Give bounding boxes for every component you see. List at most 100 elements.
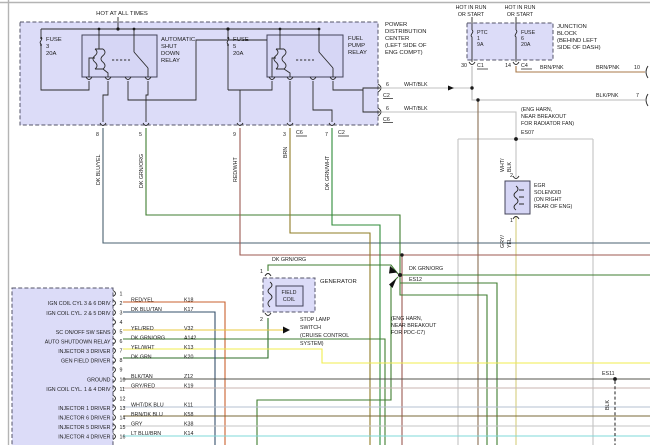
- pcm-row-label: INJECTOR 5 DRIVER: [58, 425, 110, 431]
- pcm-row-wire: RED/YEL: [131, 298, 154, 304]
- pcm-row-wire: YEL/WHT: [131, 345, 155, 351]
- pdc-out1-conn: C2: [383, 93, 390, 99]
- wire-dk-grn-wht: [332, 128, 380, 445]
- brn-pnk-label-1: BRN/PNK: [540, 65, 564, 71]
- stop-lamp-label-3: (CRUISE CONTROL: [300, 333, 349, 339]
- pcm-row-code: K11: [184, 402, 193, 408]
- junction-es11: [613, 377, 617, 381]
- pcm-pin-number: 12: [120, 396, 126, 402]
- pcm-pin-number: 13: [120, 406, 126, 412]
- fp-relay-label-3: RELAY: [348, 50, 367, 56]
- pcm-row-label: IGN COIL CYL. 1 & 4 DRIV: [46, 387, 111, 393]
- wire-dk-blu-yel: [103, 128, 650, 243]
- pcm-row-code: K18: [184, 298, 193, 304]
- pcm-row-wire: GRY/RED: [131, 383, 155, 389]
- pcm-row-label: INJECTOR 3 DRIVER: [58, 349, 110, 355]
- pcm-row-label: GROUND: [87, 377, 111, 383]
- generator-label: GENERATOR: [320, 279, 357, 285]
- pdc-out2-wire: WHT/BLK: [404, 106, 428, 112]
- dk-grn-org-label: DK GRN/ORG: [139, 154, 145, 188]
- pcm-pin-number: 15: [120, 425, 126, 431]
- pcm-row-label: AUTO SHUTDOWN RELAY: [45, 339, 111, 345]
- dk-grn-wht-label: DK GRN/WHT: [325, 155, 331, 190]
- pdc-title-5: ENG COMPT): [385, 50, 423, 56]
- hot-in-run-1b: OR START: [458, 12, 485, 18]
- jb-title-2: BLOCK: [557, 31, 577, 37]
- wire-blk-pnk: [472, 66, 645, 100]
- pcm-row-wire: YEL/RED: [131, 326, 154, 332]
- pcm-row-label: SC ON/OFF SW SENS: [56, 330, 111, 336]
- pcm-pin-number: 9: [120, 368, 123, 374]
- es07-note-2: NEAR BREAKOUT: [521, 114, 567, 120]
- egr-solenoid-box: [505, 181, 530, 214]
- pcm-pin-number: 3: [120, 311, 123, 317]
- asd-relay-label-2: SHUT: [161, 44, 177, 50]
- es12-note-2: NEAR BREAKOUT: [391, 323, 437, 329]
- pcm-row-code: Z12: [184, 374, 193, 380]
- egr-wire-bot-2: YEL: [507, 238, 513, 248]
- pcm-row-code: K17: [184, 307, 193, 313]
- conn-c2: C2: [338, 130, 345, 136]
- pcm-pin-number: 2: [120, 301, 123, 307]
- fuse-6-amps: 20A: [521, 42, 531, 48]
- pcm-row-code: K20: [184, 355, 193, 361]
- asd-relay-label-4: RELAY: [161, 58, 180, 64]
- jb-title-4: SIDE OF DASH): [557, 45, 601, 51]
- es12-note-3: FOR PDC-C7): [391, 330, 425, 336]
- fp-relay-label: FUEL: [348, 36, 364, 42]
- pcm-row-wire: WHT/DK BLU: [131, 402, 164, 408]
- conn-c1: C1: [477, 63, 484, 69]
- pcm-row-wire: BRN/DK BLU: [131, 412, 163, 418]
- pcm-pin-number: 10: [120, 377, 126, 383]
- pdc-out2-pin: 6: [386, 106, 389, 112]
- pin-3: 3: [283, 132, 286, 138]
- pin-5: 5: [139, 132, 142, 138]
- fuse-5-amps: 20A: [233, 51, 244, 57]
- egr-wire-top-1: WHT/: [500, 158, 506, 172]
- fuse-3-label: FUSE: [46, 37, 62, 43]
- hot-in-run-2b: OR START: [507, 12, 534, 18]
- pcm-pin-number: 1: [120, 292, 123, 298]
- wire-dk-grn-org-pdc: [146, 128, 400, 273]
- pdc-title-3: CENTER: [385, 36, 409, 42]
- pin-30: 30: [461, 63, 467, 69]
- pin-7: 7: [325, 132, 328, 138]
- pcm-pin-number: 5: [120, 330, 123, 336]
- fuel-pump-relay-box: [267, 35, 343, 77]
- egr-title-4: REAR OF ENG): [534, 204, 572, 210]
- wire-wht-blk-c6: [382, 112, 516, 139]
- hot-in-run-1: HOT IN RUN: [456, 5, 487, 11]
- ptc-amps: 9A: [477, 42, 484, 48]
- jb-title: JUNCTION: [557, 24, 587, 30]
- junction-wht-blk: [470, 86, 473, 89]
- pdc-out1-pin: 6: [386, 82, 389, 88]
- es11-wire-label: BLK: [605, 400, 611, 410]
- pdc-title: POWER: [385, 22, 407, 28]
- egr-pin-1: 1: [510, 218, 513, 224]
- gen-wire-label: DK GRN/ORG: [272, 257, 306, 263]
- pcm-row-code: K19: [184, 383, 193, 389]
- pcm-row-wire: DK GRN: [131, 355, 152, 361]
- wire-brn-pnk: [516, 66, 645, 72]
- pdc-title-2: DISTRIBUTION: [385, 29, 427, 35]
- pcm-row-code: K13: [184, 345, 193, 351]
- egr-wire-top-2: BLK: [507, 162, 513, 172]
- arrow-stop-lamp-icon: [283, 327, 290, 334]
- hot-at-all-times-label: HOT AT ALL TIMES: [96, 11, 148, 17]
- pcm-row-label: INJECTOR 4 DRIVER: [58, 435, 110, 441]
- pdc-out2-conn: C6: [383, 117, 390, 123]
- asd-relay-label-3: DOWN: [161, 51, 180, 57]
- pcm-row-wire: GRY: [131, 421, 143, 427]
- arrow-es12-label-icon: [389, 279, 397, 289]
- es07-id: ES07: [521, 130, 534, 136]
- egr-pin-2: 2: [510, 173, 513, 179]
- stop-lamp-label-2: SWITCH: [300, 325, 321, 331]
- asd-relay-label: AUTOMATIC: [161, 37, 196, 43]
- dk-blu-yel-label: DK BLU/YEL: [96, 154, 102, 185]
- brn-pnk-label-2: BRN/PNK: [596, 65, 620, 71]
- pcm-row-wire: LT BLU/BRN: [131, 431, 161, 437]
- egr-title: EGR: [534, 183, 546, 189]
- red-wht-label: RED/WHT: [233, 157, 239, 182]
- wire-yel-wht: [123, 349, 650, 363]
- stop-lamp-label-4: SYSTEM): [300, 341, 324, 347]
